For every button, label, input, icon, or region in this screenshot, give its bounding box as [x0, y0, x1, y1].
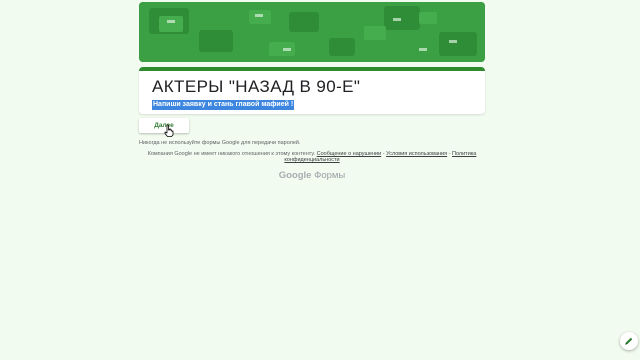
- header-banner: [139, 2, 485, 62]
- terms-link[interactable]: Условия использования: [386, 151, 447, 157]
- pencil-icon: [625, 337, 633, 345]
- form-description: Напиши заявку и стань главой мафией !: [152, 100, 295, 110]
- form-title: АКТЕРЫ "НАЗАД В 90-Е": [152, 77, 361, 96]
- brand-google: Google: [278, 170, 312, 181]
- edit-button[interactable]: [620, 332, 638, 350]
- brand-forms: Формы: [314, 170, 346, 181]
- footer-disclaimer: Компания Google не имеет никакого отноше…: [139, 151, 485, 163]
- chat-bubbles-pattern: [139, 2, 485, 62]
- hand-pointer-icon: [164, 124, 174, 137]
- google-forms-logo[interactable]: Google Формы: [139, 170, 485, 181]
- password-warning: Никогда не используйте формы Google для …: [139, 140, 301, 146]
- form-header-card: АКТЕРЫ "НАЗАД В 90-Е" Напиши заявку и ст…: [139, 67, 485, 114]
